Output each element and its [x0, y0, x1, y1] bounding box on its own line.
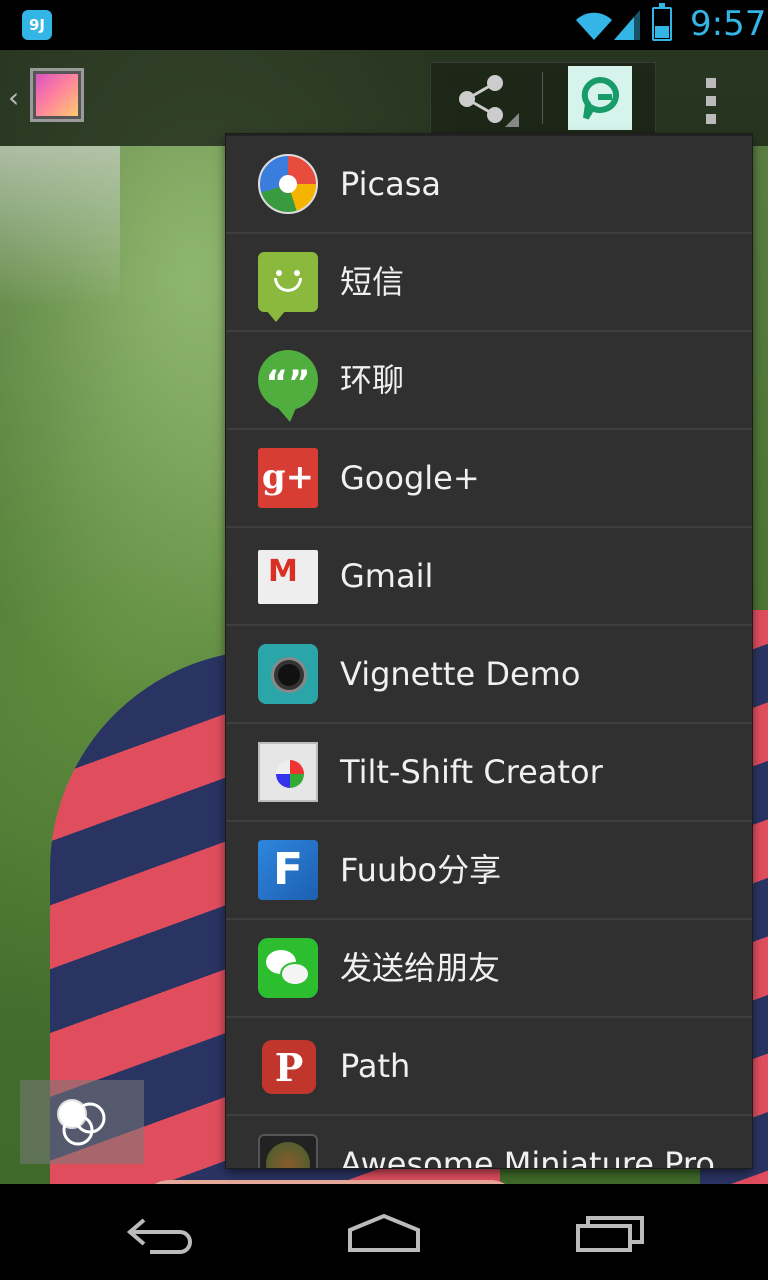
- share-item-fuubo[interactable]: F Fuubo分享: [226, 822, 752, 920]
- recent-share-app-button[interactable]: [568, 66, 632, 130]
- share-item-picasa[interactable]: Picasa: [226, 136, 752, 234]
- share-item-hangouts[interactable]: “” 环聊: [226, 332, 752, 430]
- filters-icon: [57, 1099, 106, 1146]
- battery-icon: [652, 3, 672, 41]
- share-item-awesome-miniature[interactable]: Awesome Miniature Pro: [226, 1116, 752, 1168]
- share-item-vignette-demo[interactable]: Vignette Demo: [226, 626, 752, 724]
- share-item-path[interactable]: P Path: [226, 1018, 752, 1116]
- gmail-icon: M: [258, 550, 318, 604]
- share-item-messaging[interactable]: 短信: [226, 234, 752, 332]
- share-item-wechat[interactable]: 发送给朋友: [226, 920, 752, 1018]
- home-button[interactable]: [334, 1202, 434, 1262]
- vignette-camera-icon: [258, 644, 318, 704]
- recent-share-app-icon: [581, 76, 619, 120]
- share-item-gmail[interactable]: M Gmail: [226, 528, 752, 626]
- recent-apps-button[interactable]: [560, 1202, 660, 1262]
- action-bar: ‹: [0, 50, 768, 146]
- hangouts-icon: “”: [258, 350, 318, 422]
- notification-app-icon: 9J: [22, 10, 52, 40]
- path-icon: P: [262, 1040, 316, 1094]
- up-caret-icon[interactable]: ‹: [8, 84, 19, 112]
- filters-button[interactable]: [20, 1080, 144, 1164]
- share-icon: [459, 75, 519, 127]
- wechat-icon: [258, 938, 318, 998]
- overflow-menu-icon[interactable]: [690, 70, 734, 130]
- back-button[interactable]: [110, 1202, 210, 1262]
- recent-apps-icon: [576, 1216, 644, 1252]
- signal-icon: [614, 10, 640, 40]
- picasa-icon: [258, 154, 318, 214]
- share-menu: Picasa 短信 “” 环聊 g+ Google+ M Gmail Vigne…: [226, 134, 752, 1168]
- status-bar: 9J 9:57: [0, 0, 768, 50]
- share-item-google-plus[interactable]: g+ Google+: [226, 430, 752, 528]
- status-time: 9:57: [690, 4, 767, 44]
- home-icon: [348, 1213, 420, 1252]
- messaging-icon: [258, 252, 318, 322]
- google-plus-icon: g+: [258, 448, 318, 508]
- share-item-tilt-shift[interactable]: Tilt-Shift Creator: [226, 724, 752, 822]
- wifi-icon: [576, 12, 612, 41]
- tilt-shift-icon: [258, 742, 318, 802]
- miniature-icon: [258, 1134, 318, 1168]
- gallery-icon[interactable]: [30, 68, 84, 122]
- share-button[interactable]: [431, 63, 541, 133]
- navigation-bar: [0, 1184, 768, 1280]
- back-icon: [126, 1218, 192, 1254]
- fuubo-icon: F: [258, 840, 318, 900]
